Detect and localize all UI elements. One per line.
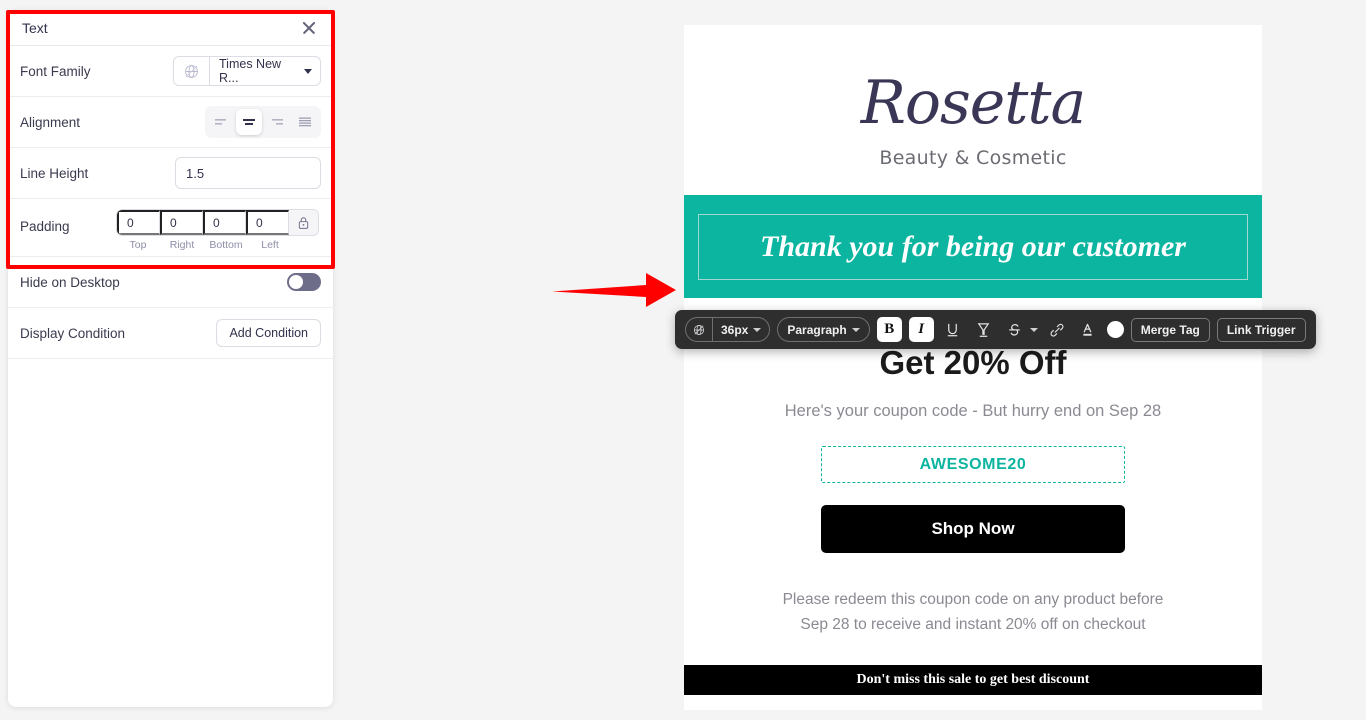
email-preview-canvas: Rosetta Beauty & Cosmetic Thank you for … xyxy=(684,25,1262,710)
rich-text-toolbar: 36px Paragraph B I Merge Tag Link Trigge… xyxy=(675,310,1316,349)
padding-top-label: Top xyxy=(129,239,147,251)
banner-headline-text[interactable]: Thank you for being our customer xyxy=(760,230,1186,264)
font-family-control[interactable]: Times New R... xyxy=(173,56,321,86)
link-icon xyxy=(1050,323,1064,337)
link-button[interactable] xyxy=(1045,317,1069,342)
padding-right-input[interactable] xyxy=(160,210,203,235)
highlight-button[interactable] xyxy=(972,317,996,342)
font-family-row: Font Family Times New R... xyxy=(8,46,333,97)
align-right-icon xyxy=(272,119,283,125)
shop-now-button[interactable]: Shop Now xyxy=(821,505,1125,553)
padding-left-label: Left xyxy=(261,239,279,251)
align-left-icon xyxy=(215,119,226,125)
chevron-down-icon xyxy=(753,327,762,332)
strikethrough-button[interactable] xyxy=(1003,317,1027,342)
italic-button[interactable]: I xyxy=(908,317,934,342)
padding-controls: Top Right Bottom Left xyxy=(116,209,321,251)
merge-tag-button[interactable]: Merge Tag xyxy=(1130,317,1210,342)
font-family-value: Times New R... xyxy=(219,57,282,85)
chevron-down-icon[interactable] xyxy=(1029,327,1038,332)
padding-bottom-input[interactable] xyxy=(203,210,246,235)
padding-lock-spacer xyxy=(292,239,321,251)
block-format-select[interactable]: Paragraph xyxy=(778,323,868,337)
font-family-select[interactable]: Times New R... xyxy=(210,57,320,85)
legal-text[interactable]: Please redeem this coupon code on any pr… xyxy=(684,587,1262,637)
color-swatch[interactable] xyxy=(1106,321,1124,338)
underline-button[interactable] xyxy=(941,317,965,342)
font-size-control[interactable]: 36px xyxy=(685,317,771,342)
text-settings-panel: Text Font Family Times New R... Alignmen… xyxy=(8,10,333,707)
alignment-group xyxy=(205,106,321,138)
lock-icon xyxy=(298,216,309,229)
email-logo-block: Rosetta Beauty & Cosmetic xyxy=(684,25,1262,195)
font-color-button[interactable] xyxy=(1076,317,1100,342)
italic-icon: I xyxy=(918,321,925,337)
display-condition-label: Display Condition xyxy=(20,325,126,341)
alignment-label: Alignment xyxy=(20,114,81,130)
link-trigger-button[interactable]: Link Trigger xyxy=(1216,317,1306,342)
font-size-select[interactable]: 36px xyxy=(713,323,769,337)
offer-subline[interactable]: Here's your coupon code - But hurry end … xyxy=(684,402,1262,421)
bold-icon: B xyxy=(884,321,895,337)
align-justify-button[interactable] xyxy=(292,109,318,135)
block-format-control[interactable]: Paragraph xyxy=(777,317,870,342)
padding-sublabels: Top Right Bottom Left xyxy=(116,239,321,251)
close-icon[interactable] xyxy=(299,18,319,38)
globe-translate-icon xyxy=(686,318,713,341)
display-condition-row: Display Condition Add Condition xyxy=(8,308,333,359)
hide-on-desktop-label: Hide on Desktop xyxy=(20,274,120,290)
underline-icon xyxy=(948,323,958,336)
block-format-value: Paragraph xyxy=(787,322,847,337)
padding-right-label: Right xyxy=(169,239,195,251)
arrow-right-icon xyxy=(552,273,676,307)
align-left-button[interactable] xyxy=(208,109,234,135)
panel-title: Text xyxy=(22,19,48,36)
hide-on-desktop-row: Hide on Desktop xyxy=(8,257,333,308)
padding-top-input[interactable] xyxy=(117,210,160,235)
legal-line-2: Sep 28 to receive and instant 20% off on… xyxy=(800,616,1146,634)
padding-inputs xyxy=(116,209,319,236)
globe-translate-icon xyxy=(174,57,210,85)
panel-header: Text xyxy=(8,10,333,46)
hide-on-desktop-toggle[interactable] xyxy=(287,273,321,291)
font-family-label: Font Family xyxy=(20,63,91,79)
brand-logo-text: Rosetta xyxy=(860,68,1087,138)
align-right-button[interactable] xyxy=(264,109,290,135)
align-justify-icon xyxy=(299,117,311,127)
banner-selection-outline[interactable]: Thank you for being our customer xyxy=(698,213,1248,280)
padding-label: Padding xyxy=(20,219,70,234)
chevron-down-icon xyxy=(304,68,312,74)
email-banner-section[interactable]: Thank you for being our customer xyxy=(684,195,1262,298)
font-color-icon xyxy=(1083,323,1092,336)
add-condition-button[interactable]: Add Condition xyxy=(216,319,321,347)
email-footer-bar[interactable]: Don't miss this sale to get best discoun… xyxy=(684,665,1262,696)
font-size-value: 36px xyxy=(721,322,749,337)
line-height-row: Line Height xyxy=(8,148,333,199)
align-center-icon xyxy=(243,119,255,125)
padding-row: Padding Top xyxy=(8,199,333,257)
padding-left-input[interactable] xyxy=(246,210,289,235)
strikethrough-icon xyxy=(1009,323,1020,335)
app-root: Text Font Family Times New R... Alignmen… xyxy=(0,0,1366,720)
toggle-knob xyxy=(289,275,303,289)
line-height-label: Line Height xyxy=(20,165,89,181)
chevron-down-icon xyxy=(851,327,860,332)
coupon-code-box[interactable]: AWESOME20 xyxy=(821,446,1125,483)
align-center-button[interactable] xyxy=(236,109,262,135)
footer-text: Don't miss this sale to get best discoun… xyxy=(856,672,1090,688)
strikethrough-control[interactable] xyxy=(1003,317,1038,342)
alignment-row: Alignment xyxy=(8,97,333,148)
padding-lock-button[interactable] xyxy=(289,210,318,235)
padding-bottom-label: Bottom xyxy=(209,239,243,251)
highlighter-icon xyxy=(977,322,990,337)
brand-tagline: Beauty & Cosmetic xyxy=(879,147,1067,169)
offer-headline[interactable]: Get 20% Off xyxy=(684,344,1262,382)
legal-line-1: Please redeem this coupon code on any pr… xyxy=(782,591,1164,608)
line-height-input[interactable] xyxy=(175,157,321,189)
bold-button[interactable]: B xyxy=(876,317,902,342)
coupon-code-text: AWESOME20 xyxy=(919,455,1027,473)
